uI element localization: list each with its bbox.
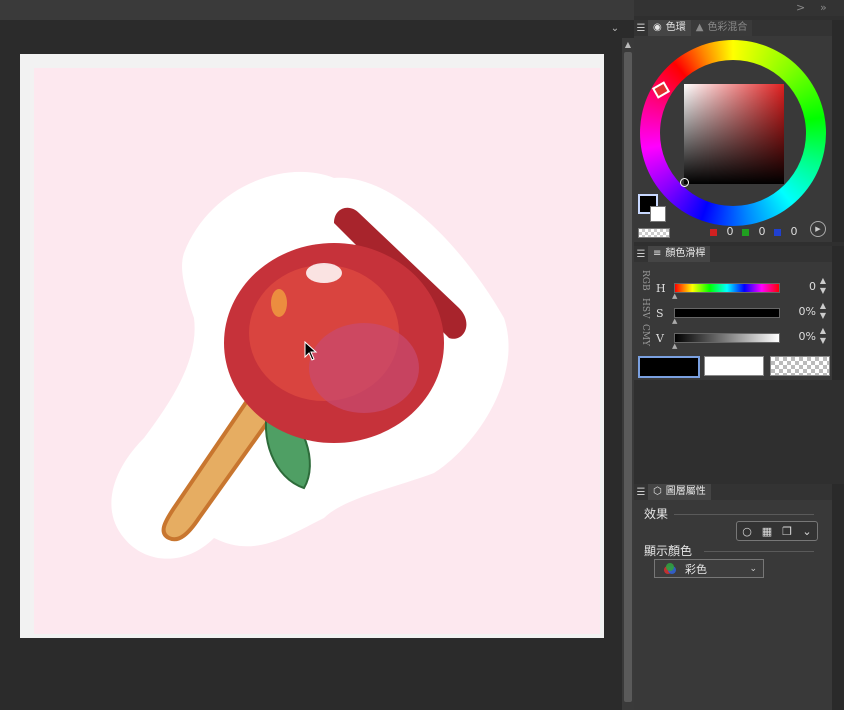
panel-menu-icon[interactable]: ☰ bbox=[634, 487, 648, 498]
sub-color-swatch[interactable] bbox=[650, 206, 666, 222]
double-arrow-icon[interactable]: » bbox=[820, 0, 827, 16]
effect-label: 效果 bbox=[644, 507, 669, 521]
layer-property-icon: ⬡ bbox=[653, 486, 662, 497]
value-stepper-icon[interactable]: ▲ ▼ bbox=[818, 326, 828, 346]
display-color-value: 彩色 bbox=[685, 562, 707, 576]
tone-effect-icon[interactable]: ▦ bbox=[758, 525, 776, 538]
color-slider-panel-header: ☰ ≡ 顏色滑桿 bbox=[634, 246, 832, 262]
scroll-up-icon[interactable]: ▲ bbox=[622, 40, 634, 50]
red-value: 0 bbox=[726, 225, 734, 238]
collapse-arrow-icon[interactable]: > bbox=[796, 0, 805, 16]
canvas[interactable] bbox=[20, 54, 604, 638]
saturation-value-square[interactable] bbox=[684, 84, 784, 184]
value-letter: V bbox=[656, 332, 664, 345]
hue-slider-track[interactable] bbox=[674, 283, 780, 293]
tab-layer-property[interactable]: ⬡ 圖層屬性 bbox=[648, 484, 711, 500]
saturation-slider-row: S ▲ 0% ▲ ▼ bbox=[634, 301, 832, 325]
blue-value: 0 bbox=[790, 225, 798, 238]
value-slider-track[interactable] bbox=[674, 333, 780, 343]
border-effect-icon[interactable]: ○ bbox=[738, 525, 756, 538]
color-mode-icon bbox=[664, 563, 676, 574]
tab-color-slider[interactable]: ≡ 顏色滑桿 bbox=[648, 246, 711, 262]
hue-slider-knob-icon[interactable]: ▲ bbox=[672, 292, 677, 300]
canvas-vertical-scrollbar[interactable]: ▲ bbox=[622, 38, 634, 710]
display-color-chevron-icon: ⌄ bbox=[749, 563, 757, 574]
mouse-cursor-icon bbox=[304, 341, 318, 361]
tab-color-mix[interactable]: ▲ 色彩混合 bbox=[690, 20, 753, 36]
title-bar bbox=[0, 0, 634, 20]
saturation-value: 0% bbox=[798, 305, 816, 318]
color-mix-icon: ▲ bbox=[695, 22, 704, 33]
layer-property-scrollbar[interactable] bbox=[832, 484, 844, 710]
color-wheel-scrollbar[interactable] bbox=[832, 20, 844, 242]
saturation-slider-track[interactable] bbox=[674, 308, 780, 318]
scroll-thumb[interactable] bbox=[624, 52, 632, 702]
hue-slider-row: H ▲ 0 ▲ ▼ bbox=[634, 276, 832, 300]
blue-channel-icon bbox=[774, 229, 781, 236]
hue-value: 0 bbox=[809, 280, 816, 293]
highlight bbox=[306, 263, 342, 283]
display-color-divider bbox=[704, 551, 814, 552]
layer-color-effect-icon[interactable]: ❐ bbox=[778, 525, 796, 538]
sub-color-large-swatch[interactable] bbox=[704, 356, 764, 376]
tab-color-wheel[interactable]: ◉ 色環 bbox=[648, 20, 691, 36]
saturation-letter: S bbox=[656, 307, 664, 320]
green-value: 0 bbox=[758, 225, 766, 238]
layer-property-panel-header: ☰ ⬡ 圖層屬性 bbox=[634, 484, 832, 500]
saturation-stepper-icon[interactable]: ▲ ▼ bbox=[818, 301, 828, 321]
display-color-select[interactable]: 彩色 ⌄ bbox=[654, 559, 764, 578]
value-value: 0% bbox=[798, 330, 816, 343]
apple-reflection bbox=[309, 323, 419, 413]
display-color-label: 顯示顏色 bbox=[644, 544, 693, 558]
dock-top-bar: > » bbox=[634, 0, 844, 16]
tab-menu-chevron-icon[interactable]: ⌄ bbox=[608, 20, 622, 38]
canvas-paper[interactable] bbox=[34, 68, 600, 634]
effect-divider bbox=[674, 514, 814, 515]
effect-button-group: ○ ▦ ❐ ⌄ bbox=[736, 521, 818, 541]
red-channel-icon bbox=[710, 229, 717, 236]
hue-stepper-icon[interactable]: ▲ ▼ bbox=[818, 276, 828, 296]
sv-picker-handle[interactable] bbox=[680, 178, 689, 187]
effect-dropdown-chevron-icon[interactable]: ⌄ bbox=[798, 525, 816, 538]
panel-menu-icon[interactable]: ☰ bbox=[634, 249, 648, 260]
color-slider-scrollbar[interactable] bbox=[832, 246, 844, 380]
canvas-tab-strip: ⌄ bbox=[0, 20, 622, 38]
slider-icon: ≡ bbox=[653, 248, 662, 259]
saturation-slider-knob-icon[interactable]: ▲ bbox=[672, 317, 677, 325]
hue-letter: H bbox=[656, 282, 666, 295]
transparent-color-swatch[interactable] bbox=[638, 228, 670, 238]
color-wheel-icon: ◉ bbox=[653, 22, 662, 33]
play-icon[interactable]: ▶ bbox=[810, 221, 826, 237]
value-slider-knob-icon[interactable]: ▲ bbox=[672, 342, 677, 350]
panel-menu-icon[interactable]: ☰ bbox=[634, 23, 648, 34]
transparent-large-swatch[interactable] bbox=[770, 356, 830, 376]
value-slider-row: V ▲ 0% ▲ ▼ bbox=[634, 326, 832, 350]
green-channel-icon bbox=[742, 229, 749, 236]
right-dock: > » ☰ ◉ 色環 ▲ 色彩混合 0 0 0 ▶ ☰ ≡ 顏色滑桿 RGB H… bbox=[634, 0, 844, 710]
color-wheel-panel-header: ☰ ◉ 色環 ▲ 色彩混合 bbox=[634, 20, 832, 36]
highlight-orange bbox=[271, 289, 287, 317]
main-color-large-swatch[interactable] bbox=[638, 356, 700, 378]
